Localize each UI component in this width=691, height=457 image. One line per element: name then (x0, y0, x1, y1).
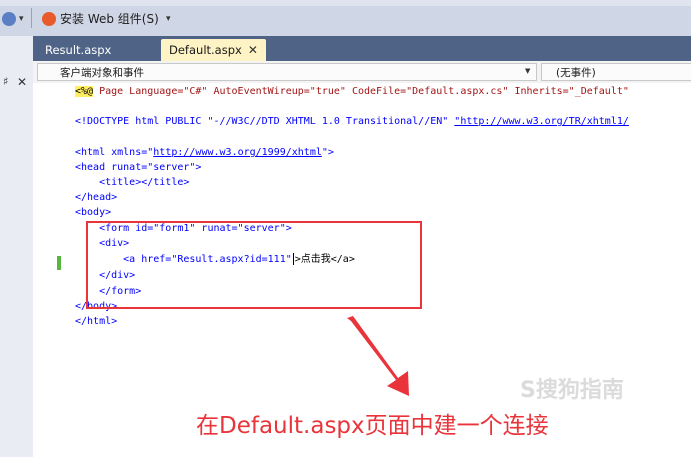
pin-icon[interactable]: ♯ (3, 75, 8, 88)
events-label: (无事件) (556, 67, 596, 79)
chevron-down-icon: ▼ (525, 67, 531, 75)
code-link[interactable]: "http://www.w3.org/TR/xhtml1/ (454, 116, 629, 127)
toolbar-separator (31, 8, 32, 28)
code-text: Page Language="C#" AutoEventWireup="true… (93, 86, 629, 97)
code-line: <head runat="server"> (75, 162, 202, 173)
tab-result-aspx[interactable]: Result.aspx (37, 39, 119, 61)
annotation-caption: 在Default.aspx页面中建一个连接 (196, 413, 549, 439)
code-text: <html xmlns=" (75, 147, 154, 158)
web-platform-icon[interactable] (2, 12, 16, 26)
change-indicator (57, 256, 61, 270)
tab-label: Default.aspx (169, 43, 242, 57)
close-icon[interactable]: ✕ (248, 43, 258, 57)
tab-label: Result.aspx (45, 43, 112, 57)
install-web-components-button[interactable]: 安装 Web 组件(S) (60, 10, 159, 27)
tab-default-aspx[interactable]: Default.aspx ✕ (161, 39, 266, 61)
install-web-components-icon (42, 12, 56, 26)
toolbar-top-strip (0, 0, 691, 6)
editor-margin (33, 83, 71, 457)
client-objects-dropdown[interactable]: 客户端对象和事件 ▼ (37, 63, 537, 81)
toolbar: ▾ 安装 Web 组件(S) ▾ (0, 0, 691, 37)
close-icon[interactable]: ✕ (17, 75, 27, 89)
code-text: <!DOCTYPE html PUBLIC "-//W3C//DTD XHTML… (75, 116, 455, 127)
left-panel: ♯ ✕ (0, 36, 34, 457)
chevron-down-icon[interactable]: ▾ (166, 14, 171, 24)
code-line: <html xmlns="http://www.w3.org/1999/xhtm… (75, 146, 334, 160)
document-tab-bar: Result.aspx Default.aspx ✕ (33, 36, 691, 61)
code-line: </head> (75, 192, 118, 203)
code-line: <%@ Page Language="C#" AutoEventWireup="… (75, 85, 629, 99)
annotation-highlight-box (86, 221, 422, 309)
asp-directive-marker: <%@ (75, 86, 94, 97)
code-line: <title></title> (75, 177, 190, 188)
code-line: </html> (75, 316, 118, 327)
code-line: <body> (75, 207, 112, 218)
chevron-down-icon[interactable]: ▾ (19, 14, 24, 24)
code-text: "> (321, 147, 334, 158)
events-dropdown[interactable]: (无事件) (541, 63, 691, 81)
code-line: <!DOCTYPE html PUBLIC "-//W3C//DTD XHTML… (75, 115, 629, 129)
watermark-logo: S搜狗指南 (520, 378, 624, 403)
client-objects-label: 客户端对象和事件 (60, 67, 144, 79)
code-link[interactable]: http://www.w3.org/1999/xhtml (153, 147, 322, 158)
navigation-bar: 客户端对象和事件 ▼ (无事件) (33, 61, 691, 84)
